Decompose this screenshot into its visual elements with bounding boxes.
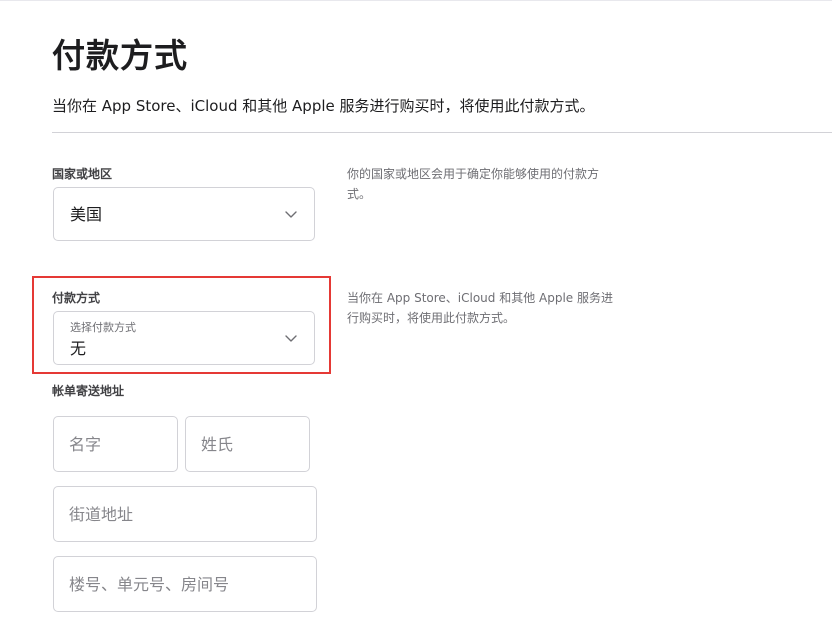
payment-method-select-label: 选择付款方式 <box>70 321 136 334</box>
chevron-down-icon <box>285 211 297 218</box>
unit-number-input[interactable] <box>53 556 317 612</box>
section-divider <box>52 132 832 133</box>
payment-method-select[interactable]: 选择付款方式 无 <box>53 311 315 365</box>
first-name-input[interactable] <box>53 416 178 472</box>
country-label: 国家或地区 <box>52 167 113 181</box>
country-select[interactable]: 美国 <box>53 187 315 241</box>
street-address-input[interactable] <box>53 486 317 542</box>
country-select-value: 美国 <box>70 205 103 224</box>
page-title: 付款方式 <box>52 36 188 75</box>
payment-method-page: 付款方式 当你在 App Store、iCloud 和其他 Apple 服务进行… <box>0 0 832 621</box>
country-help-text: 你的国家或地区会用于确定你能够使用的付款方式。 <box>347 167 600 201</box>
page-subtitle: 当你在 App Store、iCloud 和其他 Apple 服务进行购买时，将… <box>52 97 595 115</box>
billing-address-label: 帐单寄送地址 <box>52 384 125 398</box>
top-rule <box>0 0 832 1</box>
last-name-input[interactable] <box>185 416 310 472</box>
payment-method-help-text: 当你在 App Store、iCloud 和其他 Apple 服务进行购买时，将… <box>347 291 614 325</box>
payment-method-select-value: 无 <box>70 339 87 358</box>
chevron-down-icon <box>285 335 297 342</box>
payment-method-label: 付款方式 <box>52 291 101 305</box>
